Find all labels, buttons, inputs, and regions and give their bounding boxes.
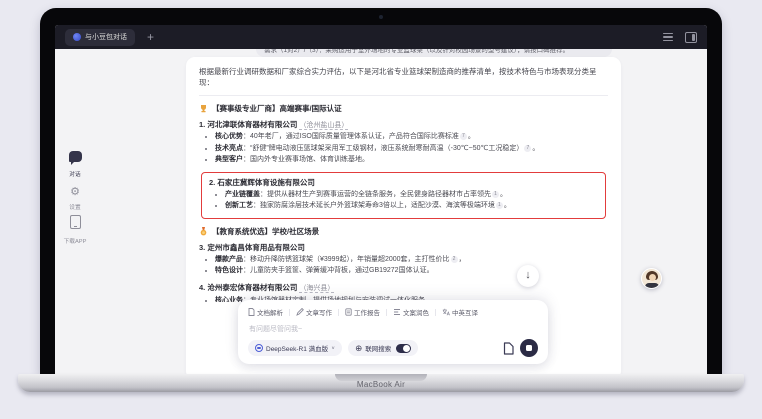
- macbook-brand-label: MacBook Air: [18, 380, 744, 389]
- sidebar-settings-label: 设置: [56, 202, 94, 211]
- bullet: 爆款产品：移动升降防锈篮球架（¥3999起），年销量超2000套，主打性价比2，: [215, 255, 608, 266]
- company-3-name: 3. 定州市鑫昌体育用品有限公司: [199, 242, 608, 253]
- company-4-location[interactable]: （海兴县）: [299, 285, 334, 293]
- sidebar: 对话 ⚙ 设置 下载APP: [55, 49, 95, 374]
- trophy-icon: [199, 104, 208, 113]
- translate-icon: [442, 308, 450, 316]
- composer-controls: DeepSeek-R1 满血版 ∨ ⊕ 联网搜索: [248, 339, 538, 357]
- company-4-name: 4. 沧州泰宏体育器材有限公司 （海兴县）: [199, 282, 608, 293]
- company-3-bullets: 爆款产品：移动升降防锈篮球架（¥3999起），年销量超2000套，主打性价比2，…: [199, 255, 608, 277]
- user-message-bubble: 需求（1对2）/（3）：采购适用于室外场地的专业篮球架（以及针对校园场景的型号建…: [256, 49, 612, 57]
- company-1-bullets: 核心优势：40年老厂，通过ISO国际质量管理体系认证，产品符合国际比赛标准7。 …: [199, 132, 608, 166]
- new-tab-button[interactable]: +: [147, 31, 154, 43]
- sidebar-item-settings[interactable]: ⚙ 设置: [55, 182, 95, 211]
- screen-display: 与小豆包对话 + 对话 ⚙ 设置 下载APP: [55, 25, 707, 374]
- menu-icon[interactable]: [663, 33, 673, 41]
- medal-icon: [199, 227, 208, 236]
- company-1-name: 1. 河北津联体育器材有限公司 （沧州盐山县）: [199, 119, 608, 130]
- web-search-toggle-pill[interactable]: ⊕ 联网搜索: [348, 340, 418, 356]
- app-body: 对话 ⚙ 设置 下载APP 需求（1对2）/（3）：采购适用于室外场地的专业篮球…: [55, 49, 707, 374]
- app-favicon-icon: [73, 33, 81, 41]
- web-search-label: 联网搜索: [365, 343, 391, 353]
- sidebar-item-chat[interactable]: 对话: [55, 149, 95, 178]
- sidebar-item-download-app[interactable]: 下载APP: [55, 215, 95, 245]
- user-avatar[interactable]: [641, 268, 662, 289]
- active-tab[interactable]: 与小豆包对话: [65, 29, 135, 46]
- clipboard-icon: [345, 308, 352, 316]
- sidebar-toggle-icon[interactable]: [685, 32, 697, 43]
- section-heading-1: 【赛事级专业厂商】高端赛事/国际认证: [199, 103, 608, 114]
- section-1-title: 【赛事级专业厂商】高端赛事/国际认证: [212, 103, 342, 114]
- quick-action-report[interactable]: 工作报告: [345, 307, 380, 317]
- bullet: 特色设计：儿童防夹手篮筐、弹簧缓冲背板，通过GB19272国体认证。: [215, 266, 608, 277]
- deepseek-icon: [255, 344, 263, 352]
- attach-file-button[interactable]: [503, 342, 514, 355]
- document-icon: [248, 308, 255, 316]
- down-arrow-icon: ↓: [525, 269, 531, 281]
- bullet: 创新工艺：独家防腐涂层技术延长户外篮球架寿命3倍以上，适配沙漠、海滨等极端环境1…: [225, 201, 598, 212]
- macbook-base: MacBook Air: [18, 374, 744, 392]
- quick-actions-bar: 文档解析 文章写作 工作报告 文案润色: [238, 300, 548, 317]
- stop-generating-button[interactable]: [520, 339, 538, 357]
- composer-card: 文档解析 文章写作 工作报告 文案润色: [238, 300, 548, 364]
- sidebar-download-label: 下载APP: [56, 236, 94, 245]
- quick-action-translate[interactable]: 中英互译: [442, 307, 478, 317]
- quick-action-doc-parse[interactable]: 文档解析: [248, 307, 283, 317]
- laptop-screen: 与小豆包对话 + 对话 ⚙ 设置 下载APP: [40, 8, 722, 374]
- sidebar-chat-label: 对话: [56, 169, 94, 178]
- globe-icon: ⊕: [355, 344, 362, 352]
- bullet: 典型客户：国内外专业赛事场馆、体育训练基地。: [215, 155, 608, 166]
- company-2-bullets: 产业链覆盖：提供从器材生产到赛事运营的全链条服务，全民健身路径器材市占率领先1。…: [209, 190, 598, 212]
- pencil-icon: [296, 308, 304, 316]
- citation-badge[interactable]: 1: [496, 202, 503, 209]
- bullet: 产业链覆盖：提供从器材生产到赛事运营的全链条服务，全民健身路径器材市占率领先1。: [225, 190, 598, 201]
- citation-badge[interactable]: 7: [460, 133, 467, 140]
- model-selector[interactable]: DeepSeek-R1 满血版 ∨: [248, 340, 342, 356]
- scroll-to-bottom-button[interactable]: ↓: [517, 265, 539, 287]
- highlight-red-box: 2. 石家庄冀辉体育设施有限公司 产业链覆盖：提供从器材生产到赛事运营的全链条服…: [201, 172, 606, 219]
- tab-title: 与小豆包对话: [85, 32, 127, 42]
- citation-badge[interactable]: 2: [451, 256, 458, 263]
- section-heading-2: 【教育系统优选】学校/社区场景: [199, 226, 608, 237]
- quick-action-polish[interactable]: 文案润色: [393, 307, 429, 317]
- web-search-switch[interactable]: [396, 344, 411, 353]
- titlebar: 与小豆包对话 +: [55, 25, 707, 49]
- section-2-title: 【教育系统优选】学校/社区场景: [212, 226, 319, 237]
- phone-icon: [70, 215, 81, 229]
- company-1-location[interactable]: （沧州盐山县）: [299, 122, 348, 130]
- quick-action-writing[interactable]: 文章写作: [296, 307, 332, 317]
- model-label: DeepSeek-R1 满血版: [266, 343, 328, 353]
- file-icon: [503, 342, 514, 355]
- bullet: 技术亮点：“舒健”牌电动液压篮球架采用军工级钢材，液压系统耐寒耐高温（-30℃~…: [215, 144, 608, 155]
- divider: [199, 95, 608, 96]
- answer-intro: 根据最新行业调研数据和厂家综合实力评估，以下是河北省专业篮球架制造商的推荐清单，…: [199, 66, 608, 88]
- gear-icon: ⚙: [70, 186, 80, 198]
- chevron-down-icon: ∨: [331, 346, 335, 351]
- lines-icon: [393, 308, 401, 316]
- citation-badge[interactable]: 1: [492, 191, 499, 198]
- webcam-dot: [379, 15, 383, 19]
- citation-badge[interactable]: 7: [524, 145, 531, 152]
- company-2-name: 2. 石家庄冀辉体育设施有限公司: [209, 177, 598, 188]
- bullet: 核心优势：40年老厂，通过ISO国际质量管理体系认证，产品符合国际比赛标准7。: [215, 132, 608, 143]
- chat-bubble-icon: [69, 151, 82, 162]
- user-message-text: 需求（1对2）/（3）：采购适用于室外场地的专业篮球架（以及针对校园场景的型号建…: [264, 49, 604, 54]
- composer-input[interactable]: 有问题尽管问我~: [238, 317, 548, 334]
